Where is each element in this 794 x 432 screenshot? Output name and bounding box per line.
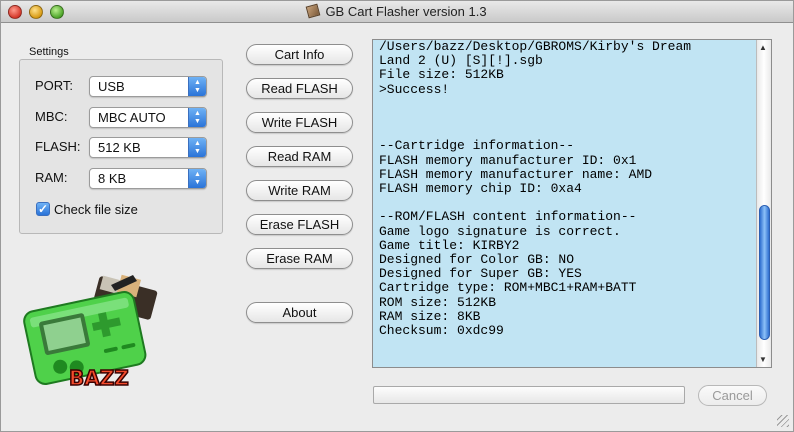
- updown-arrows-icon: ▲ ▼: [188, 138, 206, 157]
- check-file-size-checkbox[interactable]: ✓: [36, 202, 50, 216]
- console-line: Designed for Color GB: NO: [379, 252, 575, 268]
- write-ram-button[interactable]: Write RAM: [246, 180, 353, 201]
- console-line: File size: 512KB: [379, 67, 504, 83]
- port-value: USB: [98, 79, 125, 94]
- read-flash-button[interactable]: Read FLASH: [246, 78, 353, 99]
- write-flash-button[interactable]: Write FLASH: [246, 112, 353, 133]
- updown-arrows-icon: ▲ ▼: [188, 169, 206, 188]
- bazz-logo-text: BAZZ: [69, 366, 129, 390]
- console-line: Designed for Super GB: YES: [379, 266, 582, 282]
- app-window: GB Cart Flasher version 1.3 Settings POR…: [0, 0, 794, 432]
- mbc-value: MBC AUTO: [98, 110, 166, 125]
- port-select[interactable]: USB ▲ ▼: [89, 76, 207, 97]
- console-line: Game logo signature is correct.: [379, 223, 621, 239]
- console-line: Land 2 (U) [S][!].sgb: [379, 53, 543, 69]
- console-scrollbar[interactable]: ▲ ▼: [756, 40, 771, 367]
- scroll-down-icon[interactable]: ▼: [759, 355, 767, 364]
- resize-grip-icon[interactable]: [777, 415, 789, 427]
- console-text: /Users/bazz/Desktop/GBROMS/Kirby's Dream…: [379, 39, 759, 339]
- cancel-button[interactable]: Cancel: [698, 385, 767, 406]
- erase-ram-button[interactable]: Erase RAM: [246, 248, 353, 269]
- console-line: Game title: KIRBY2: [379, 237, 520, 253]
- ram-label: RAM:: [35, 170, 68, 185]
- flash-select[interactable]: 512 KB ▲ ▼: [89, 137, 207, 158]
- progress-bar: [373, 386, 685, 404]
- scroll-up-icon[interactable]: ▲: [759, 43, 767, 52]
- flash-label: FLASH:: [35, 139, 81, 154]
- flash-value: 512 KB: [98, 140, 141, 155]
- port-label: PORT:: [35, 78, 74, 93]
- console-line: --ROM/FLASH content information--: [379, 209, 637, 225]
- console-line: ROM size: 512KB: [379, 294, 497, 310]
- cart-info-button[interactable]: Cart Info: [246, 44, 353, 65]
- window-title: GB Cart Flasher version 1.3: [325, 4, 487, 19]
- window-title-area: GB Cart Flasher version 1.3: [1, 3, 793, 19]
- scroll-thumb[interactable]: [759, 205, 770, 340]
- mbc-label: MBC:: [35, 109, 68, 124]
- ram-value: 8 KB: [98, 171, 127, 186]
- console-line: FLASH memory chip ID: 0xa4: [379, 181, 582, 197]
- console-line: Checksum: 0xdc99: [379, 323, 504, 339]
- console-line: FLASH memory manufacturer name: AMD: [379, 166, 653, 182]
- console-line: FLASH memory manufacturer ID: 0x1: [379, 152, 637, 168]
- console-line: Cartridge type: ROM+MBC1+RAM+BATT: [379, 280, 637, 296]
- console-line: /Users/bazz/Desktop/GBROMS/Kirby's Dream: [379, 39, 692, 54]
- settings-group-label: Settings: [29, 46, 69, 58]
- console-line: >Success!: [379, 81, 450, 97]
- updown-arrows-icon: ▲ ▼: [188, 108, 206, 127]
- about-button[interactable]: About: [246, 302, 353, 323]
- erase-flash-button[interactable]: Erase FLASH: [246, 214, 353, 235]
- console-line: --Cartridge information--: [379, 138, 575, 154]
- read-ram-button[interactable]: Read RAM: [246, 146, 353, 167]
- console-line: RAM size: 8KB: [379, 308, 481, 324]
- mbc-select[interactable]: MBC AUTO ▲ ▼: [89, 107, 207, 128]
- cartridge-icon: [306, 3, 321, 19]
- title-bar[interactable]: GB Cart Flasher version 1.3: [1, 1, 793, 23]
- updown-arrows-icon: ▲ ▼: [188, 77, 206, 96]
- ram-select[interactable]: 8 KB ▲ ▼: [89, 168, 207, 189]
- bazz-logo: BAZZ: [23, 274, 158, 391]
- check-file-size-label[interactable]: Check file size: [54, 202, 138, 217]
- output-console[interactable]: /Users/bazz/Desktop/GBROMS/Kirby's Dream…: [372, 39, 772, 368]
